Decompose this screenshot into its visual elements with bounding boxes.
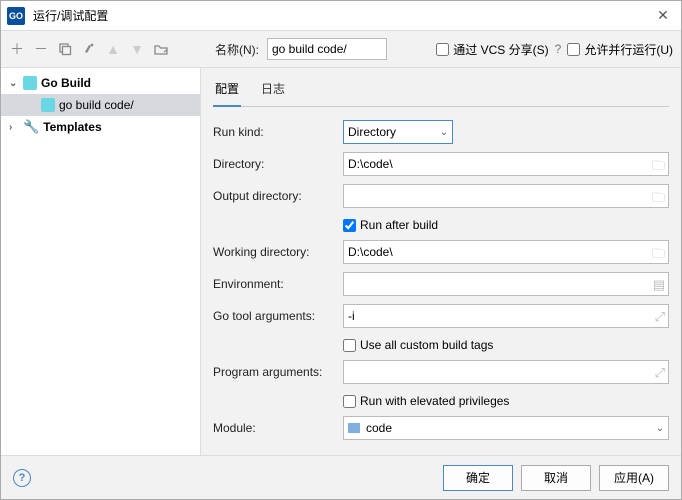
module-value: code	[366, 421, 392, 435]
help-button[interactable]: ?	[13, 469, 31, 487]
output-dir-label: Output directory:	[213, 189, 343, 203]
run-elevated-label: Run with elevated privileges	[360, 394, 509, 408]
title-bar: GO 运行/调试配置 ✕	[1, 1, 681, 31]
copy-icon[interactable]	[57, 41, 73, 57]
chevron-down-icon[interactable]: ⌄	[9, 78, 19, 89]
help-icon[interactable]: ?	[555, 42, 562, 56]
edit-icon[interactable]	[81, 41, 97, 57]
directory-input[interactable]	[343, 152, 669, 176]
toolbar: ＋ － ▲ ▼ 名称(N): 通过 VCS 分享(S) ? 允许并行运行(U)	[1, 31, 681, 67]
ok-button[interactable]: 确定	[443, 465, 513, 491]
tree-label: go build code/	[59, 98, 134, 112]
tree-label: Templates	[43, 120, 101, 134]
run-after-build-check[interactable]	[343, 219, 356, 232]
tree-label: Go Build	[41, 76, 91, 90]
go-icon	[41, 98, 55, 112]
folder-icon[interactable]	[153, 41, 169, 57]
tree-node-go-build[interactable]: ⌄ Go Build	[1, 72, 200, 94]
allow-parallel-checkbox[interactable]: 允许并行运行(U)	[567, 41, 673, 58]
chevron-right-icon[interactable]: ›	[9, 122, 19, 133]
output-dir-input[interactable]	[343, 184, 669, 208]
run-kind-value: Directory	[348, 125, 396, 139]
dialog-window: GO 运行/调试配置 ✕ ＋ － ▲ ▼ 名称(N): 通过 VCS 分享(S)…	[0, 0, 682, 500]
up-icon[interactable]: ▲	[105, 41, 121, 57]
use-build-tags-label: Use all custom build tags	[360, 338, 493, 352]
wrench-icon: 🔧	[23, 119, 39, 135]
run-elevated-checkbox[interactable]: Run with elevated privileges	[343, 389, 669, 413]
program-args-label: Program arguments:	[213, 365, 343, 379]
window-title: 运行/调试配置	[33, 7, 651, 24]
environment-label: Environment:	[213, 277, 343, 291]
go-tool-args-input[interactable]	[343, 304, 669, 328]
run-elevated-check[interactable]	[343, 395, 356, 408]
allow-parallel-check[interactable]	[567, 43, 580, 56]
name-input[interactable]	[267, 38, 387, 60]
chevron-down-icon: ⌄	[656, 423, 664, 434]
use-build-tags-checkbox[interactable]: Use all custom build tags	[343, 333, 669, 357]
config-header: 名称(N): 通过 VCS 分享(S) ? 允许并行运行(U)	[215, 38, 673, 60]
cancel-button[interactable]: 取消	[521, 465, 591, 491]
module-select[interactable]: code ⌄	[343, 416, 669, 440]
remove-icon[interactable]: －	[33, 41, 49, 57]
environment-input[interactable]	[343, 272, 669, 296]
config-form: Run kind: Directory ⌄ Directory: 🗀 Outpu…	[213, 107, 669, 455]
tree-node-templates[interactable]: › 🔧 Templates	[1, 116, 200, 138]
tab-config[interactable]: 配置	[213, 74, 241, 107]
dialog-body: ⌄ Go Build go build code/ › 🔧 Templates …	[1, 67, 681, 455]
share-vcs-label: 通过 VCS 分享(S)	[453, 41, 548, 58]
directory-label: Directory:	[213, 157, 343, 171]
tab-logs[interactable]: 日志	[259, 74, 287, 106]
config-panel: 配置 日志 Run kind: Directory ⌄ Directory: 🗀	[201, 68, 681, 455]
tab-bar: 配置 日志	[213, 74, 669, 107]
allow-parallel-label: 允许并行运行(U)	[584, 41, 673, 58]
down-icon[interactable]: ▼	[129, 41, 145, 57]
share-vcs-checkbox[interactable]: 通过 VCS 分享(S)	[436, 41, 548, 58]
use-build-tags-check[interactable]	[343, 339, 356, 352]
run-after-build-checkbox[interactable]: Run after build	[343, 213, 669, 237]
working-dir-label: Working directory:	[213, 245, 343, 259]
go-tool-args-label: Go tool arguments:	[213, 309, 343, 323]
run-after-build-label: Run after build	[360, 218, 438, 232]
add-icon[interactable]: ＋	[9, 41, 25, 57]
config-tree[interactable]: ⌄ Go Build go build code/ › 🔧 Templates	[1, 68, 201, 455]
tree-toolbar: ＋ － ▲ ▼	[9, 41, 209, 57]
share-vcs-check[interactable]	[436, 43, 449, 56]
dialog-footer: ? 确定 取消 应用(A)	[1, 455, 681, 499]
go-icon	[23, 76, 37, 90]
run-kind-select[interactable]: Directory ⌄	[343, 120, 453, 144]
tree-item-go-build-code[interactable]: go build code/	[1, 94, 200, 116]
module-icon	[348, 423, 360, 433]
app-icon: GO	[7, 7, 25, 25]
chevron-down-icon: ⌄	[440, 127, 448, 138]
program-args-input[interactable]	[343, 360, 669, 384]
close-button[interactable]: ✕	[651, 7, 675, 24]
working-dir-input[interactable]	[343, 240, 669, 264]
name-label: 名称(N):	[215, 41, 259, 58]
apply-button[interactable]: 应用(A)	[599, 465, 669, 491]
module-label: Module:	[213, 421, 343, 435]
run-kind-label: Run kind:	[213, 125, 343, 139]
